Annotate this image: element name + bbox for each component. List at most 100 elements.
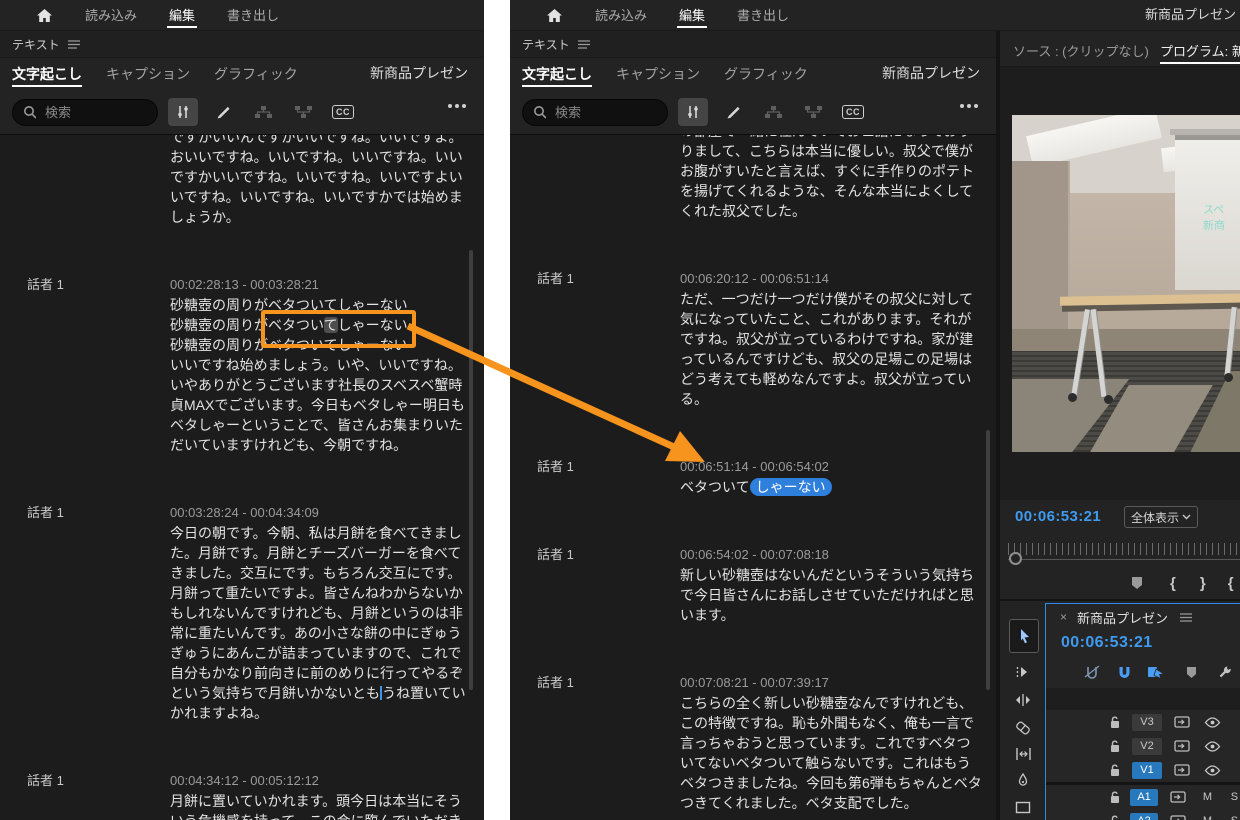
transcript-line[interactable]: た。月餅です。月餅とチーズバーガーを食べて: [170, 543, 476, 563]
mark-clip-button[interactable]: {: [1228, 575, 1234, 592]
edit-transcript-button[interactable]: [208, 98, 238, 126]
speaker-label[interactable]: 話者 1: [510, 673, 680, 813]
transcript-line[interactable]: 常に重たいんです。あの小さな餅の中にぎゅう: [170, 623, 476, 643]
transcript-line[interactable]: くれた叔父でした。: [680, 201, 986, 221]
eye-icon[interactable]: [1204, 716, 1221, 728]
transcript-line[interactable]: ベタつきましたね。今回も第6弾もちゃんとベタ: [680, 773, 986, 793]
search-input[interactable]: [553, 103, 657, 121]
source-monitor-tab[interactable]: ソース : (クリップなし): [1013, 38, 1149, 66]
transcript-block[interactable]: 話者 1 00:03:28:24 - 00:04:34:09 今日の朝です。今朝…: [0, 503, 484, 723]
wrench-icon[interactable]: [1218, 665, 1232, 679]
slip-tool[interactable]: [1009, 741, 1037, 767]
transcript-block[interactable]: の部屋で一緒に住んでいてお世話になっており りまして、こちらは本当に優しい。叔父…: [510, 135, 996, 221]
sequence-name-tab[interactable]: 新商品プレゼン: [370, 58, 468, 89]
transcript-line[interactable]: っているんですけども、叔父の足場この足場は: [680, 349, 986, 369]
timeline-timecode[interactable]: 00:06:53:21: [1061, 634, 1153, 652]
mark-in-button[interactable]: {: [1170, 575, 1176, 592]
merge-speaker-button[interactable]: [798, 98, 828, 126]
track-row-a2[interactable]: A2 M S: [1046, 809, 1240, 820]
hamburger-menu-icon[interactable]: [67, 39, 80, 49]
transcript-line[interactable]: 新しい砂糖壺はないんだというそういう気持ち: [680, 565, 986, 585]
nav-edit[interactable]: 編集: [167, 1, 198, 30]
lock-open-icon[interactable]: [1110, 764, 1132, 777]
transcript-line[interactable]: かれますよね。: [170, 703, 476, 723]
sequence-name-tab[interactable]: 新商品プレゼン: [882, 58, 980, 89]
home-icon[interactable]: [546, 8, 563, 23]
more-options-icon[interactable]: [960, 104, 978, 108]
transcript-line[interactable]: 貞MAXでございます。今日もベタしゃー明日も: [170, 395, 476, 415]
track-chip[interactable]: V2: [1132, 737, 1162, 755]
transcript-line[interactable]: ただ、一つだけ一つだけ僕がその叔父に対して: [680, 289, 986, 309]
track-chip[interactable]: A2: [1130, 812, 1158, 820]
transcript-line[interactable]: りまして、こちらは本当に優しい。叔父で僕が: [680, 141, 986, 161]
transcript-line[interactable]: いう危機感を持って、この会に臨んでいただき: [170, 811, 476, 820]
tab-transcript[interactable]: 文字起こし: [522, 59, 592, 90]
transcript-line[interactable]: この特徴ですね。恥も外聞もなく、俺も一言で: [680, 713, 986, 733]
tab-graphics[interactable]: グラフィック: [214, 59, 298, 90]
transcript-line[interactable]: いいですね始めましょう。いや、いいですね。: [170, 355, 476, 375]
transcript-line[interactable]: 月餅って重たいですよ。皆さんねわからないか: [170, 583, 476, 603]
hamburger-menu-icon[interactable]: [1180, 612, 1193, 622]
transcript-block[interactable]: 話者 1 00:07:08:21 - 00:07:39:17 こちらの全く新しい…: [510, 673, 996, 813]
captions-create-button[interactable]: CC: [838, 98, 868, 126]
video-frame[interactable]: スペ 新商: [1012, 115, 1240, 452]
eye-icon[interactable]: [1204, 764, 1221, 776]
linked-selection-icon[interactable]: [1147, 665, 1165, 679]
track-row-v1[interactable]: V1: [1046, 758, 1240, 783]
speaker-label[interactable]: 話者 1: [510, 545, 680, 625]
mute-button[interactable]: M: [1202, 791, 1213, 803]
transcript-line[interactable]: もしれないんですけれども、月餅というのは非: [170, 603, 476, 623]
pen-tool[interactable]: [1009, 768, 1037, 794]
search-box[interactable]: [12, 98, 158, 126]
transcript-line[interactable]: つきてくれました。ベタ支配でした。: [680, 793, 986, 813]
tab-transcript[interactable]: 文字起こし: [12, 59, 82, 90]
program-monitor-tab[interactable]: プログラム: 新商品プレゼン: [1160, 38, 1240, 65]
text-panel-tab[interactable]: テキスト: [12, 36, 80, 53]
playhead-knob[interactable]: [1009, 552, 1022, 565]
search-box[interactable]: [522, 98, 668, 126]
speaker-label-button[interactable]: [248, 98, 278, 126]
track-chip[interactable]: A1: [1130, 788, 1158, 806]
transcript-line-highlighted[interactable]: ベタついて しゃーない: [680, 477, 986, 497]
transcript-block[interactable]: 話者 1 00:04:34:12 - 00:05:12:12 月餅に置いていかれ…: [0, 771, 484, 820]
more-options-icon[interactable]: [448, 104, 466, 108]
speaker-label[interactable]: 話者 1: [510, 457, 680, 497]
transcript-block[interactable]: 話者 1 00:06:51:14 - 00:06:54:02 ベタついて しゃーな…: [510, 457, 996, 497]
nav-import[interactable]: 読み込み: [83, 1, 139, 30]
transcript-line[interactable]: 言っちゃおうと思っています。これですベタつ: [680, 733, 986, 753]
transcript-line-caret[interactable]: という気持ちで月餅いかないとも うね置いてい: [170, 683, 476, 703]
captions-create-button[interactable]: CC: [328, 98, 358, 126]
marker-icon[interactable]: [1185, 666, 1198, 679]
track-output-icon[interactable]: [1174, 740, 1190, 752]
transcript-line[interactable]: ですかいいですね。いいですね。いいですよい: [170, 167, 476, 187]
speaker-label[interactable]: 話者 1: [0, 275, 170, 455]
track-row-v3[interactable]: V3: [1046, 710, 1240, 735]
merge-speaker-button[interactable]: [288, 98, 318, 126]
transcript-block[interactable]: 話者 1 00:06:20:12 - 00:06:51:14 ただ、一つだけ一つ…: [510, 269, 996, 409]
track-select-forward-tool[interactable]: [1009, 659, 1037, 685]
transcript-line[interactable]: いてないベタついて触らないです。これはもう: [680, 753, 986, 773]
monitor-scrub-ruler[interactable]: [1008, 543, 1240, 555]
eye-icon[interactable]: [1204, 740, 1221, 752]
magnet-icon[interactable]: [1117, 665, 1132, 679]
track-output-icon[interactable]: [1170, 815, 1186, 820]
timeline-ruler-strip[interactable]: [1046, 688, 1240, 711]
transcript-line[interactable]: ですかいいんですかいいですね。いいですよ。: [170, 135, 476, 147]
scrollbar[interactable]: [986, 430, 990, 690]
tab-graphics[interactable]: グラフィック: [724, 59, 808, 90]
text-panel-tab[interactable]: テキスト: [522, 36, 590, 53]
transcript-line[interactable]: おいいですね。いいですね。いいですね。いい: [170, 147, 476, 167]
scrollbar[interactable]: [469, 250, 473, 690]
zoom-level-select[interactable]: 全体表示: [1124, 506, 1198, 528]
track-output-icon[interactable]: [1174, 716, 1190, 728]
lock-open-icon[interactable]: [1110, 815, 1130, 820]
transcript-line[interactable]: だいていますけれども、今朝ですね。: [170, 435, 476, 455]
transcript-line[interactable]: で今日皆さんにお話しさせていただければと思: [680, 585, 986, 605]
transcript-line[interactable]: 今日の朝です。今朝、私は月餅を食べてきまし: [170, 523, 476, 543]
program-timecode[interactable]: 00:06:53:21: [1015, 508, 1101, 525]
transcript-line[interactable]: いですね。いいですね。いいですかでは始めま: [170, 187, 476, 207]
transcript-line[interactable]: ぎゅうにあんこが詰まっていますので、これで: [170, 643, 476, 663]
mark-out-button[interactable]: }: [1200, 575, 1206, 592]
razor-tool[interactable]: [1009, 715, 1037, 741]
search-input[interactable]: [43, 103, 147, 121]
